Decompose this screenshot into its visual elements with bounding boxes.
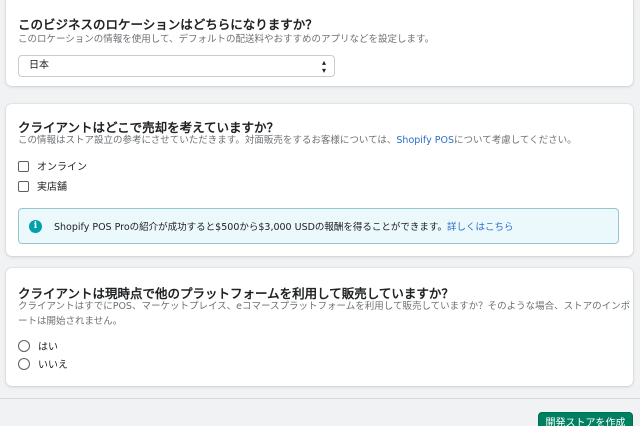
location-card: このビジネスのロケーションはどちらになりますか？ このロケーションの情報を使用し…: [6, 0, 633, 86]
banner-text: Shopify POS Proの紹介が成功すると$500から$3,000 USD…: [54, 219, 513, 233]
country-select-value: 日本: [29, 60, 49, 71]
learn-more-link[interactable]: 詳しくはこちら: [447, 222, 514, 233]
country-select[interactable]: 日本 ▴ ▾: [18, 55, 335, 77]
yes-option[interactable]: はい: [18, 340, 58, 355]
footer-divider: [0, 398, 640, 399]
sales-description-suffix: について考慮してください。: [453, 135, 577, 146]
banner-message: Shopify POS Proの紹介が成功すると$500から$3,000 USD…: [54, 222, 447, 233]
physical-store-option[interactable]: 実店舗: [18, 181, 67, 195]
physical-store-label: 実店舗: [37, 182, 67, 193]
sales-channel-card: クライアントはどこで売却を考えていますか？ この情報はストア設立の参考にさせてい…: [6, 104, 633, 256]
no-label: いいえ: [38, 360, 68, 371]
sales-description-text: この情報はストア設立の参考にさせていただきます。対面販売をするお客様については、: [18, 135, 397, 146]
no-option[interactable]: いいえ: [18, 358, 68, 373]
platform-description-line1: クライアントはすでにPOS、マーケットプレイス、eコマースプラットフォームを利用…: [18, 301, 631, 312]
online-checkbox[interactable]: [18, 161, 29, 172]
online-option[interactable]: オンライン: [18, 161, 87, 175]
sales-description: この情報はストア設立の参考にさせていただきます。対面販売をするお客様については、…: [18, 133, 577, 149]
yes-radio[interactable]: [18, 340, 30, 352]
other-platform-card: クライアントは現時点で他のプラットフォームを利用して販売していますか？ クライア…: [6, 268, 633, 386]
info-icon: i: [29, 220, 42, 233]
physical-store-checkbox[interactable]: [18, 181, 29, 192]
no-radio[interactable]: [18, 358, 30, 370]
shopify-pos-link[interactable]: Shopify POS: [396, 135, 454, 146]
platform-description-line2: ートは開始されません。: [18, 316, 123, 327]
online-label: オンライン: [37, 162, 87, 173]
location-description: このロケーションの情報を使用して、デフォルトの配送料やおすすめのアプリなどを設定…: [18, 34, 435, 45]
create-dev-store-button[interactable]: 開発ストアを作成: [538, 412, 633, 426]
location-title: このビジネスのロケーションはどちらになりますか？: [18, 17, 318, 32]
pos-pro-banner: i Shopify POS Proの紹介が成功すると$500から$3,000 U…: [18, 208, 619, 244]
yes-label: はい: [38, 342, 58, 353]
select-caret-icon: ▴ ▾: [321, 58, 326, 75]
